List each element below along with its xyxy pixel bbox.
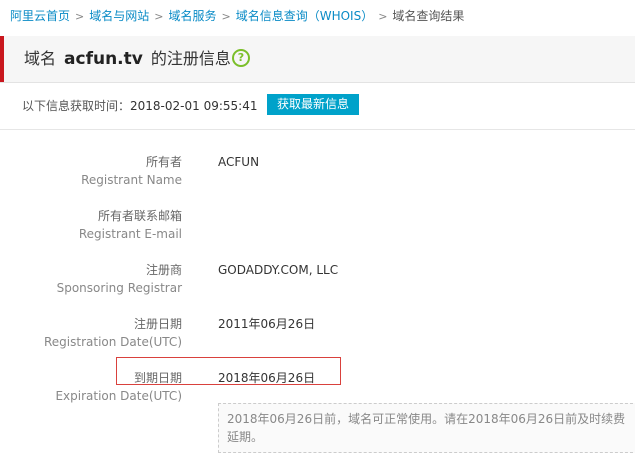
field-value: ACFUN [218,155,260,169]
field-value: 2018年06月26日 [218,371,316,385]
fetch-time-label: 以下信息获取时间： [22,99,131,113]
field-label-cn: 到期日期 [133,371,182,385]
field-registrant-name: 所有者 Registrant Name ACFUN [0,154,635,194]
page-title-bar: 域名 acfun.tv 的注册信息 ? [0,36,635,83]
title-prefix: 域名 [24,49,57,68]
breadcrumb-link-whois[interactable]: 域名信息查询（WHOIS） [236,9,374,23]
breadcrumb-link-aliyun-home[interactable]: 阿里云首页 [10,9,70,23]
breadcrumb-separator-icon: > [378,10,388,23]
breadcrumb-link-domain-service[interactable]: 域名服务 [168,9,216,23]
field-value: 2011年06月26日 [218,317,316,331]
breadcrumb-current: 域名查询结果 [392,9,465,23]
field-label-cn: 注册商 [145,263,182,277]
title-accent-bar [0,36,4,82]
field-registration-date: 注册日期 Registration Date(UTC) 2011年06月26日 [0,316,635,356]
field-label-cn: 注册日期 [133,317,182,331]
breadcrumb-separator-icon: > [221,10,231,23]
field-value: GODADDY.COM, LLC [218,263,339,277]
expiry-note-text: 2018年06月26日前，域名可正常使用。请在2018年06月26日前及时续费延… [227,412,626,444]
field-label-cn: 所有者 [145,155,182,169]
domain-name: acfun.tv [64,49,143,69]
refresh-info-button[interactable]: 获取最新信息 [267,94,359,115]
field-registrant-email: 所有者联系邮箱 Registrant E-mail [0,208,635,248]
breadcrumb: 阿里云首页 > 域名与网站 > 域名服务 > 域名信息查询（WHOIS） > 域名查询结果 [10,8,464,24]
help-icon[interactable]: ? [232,49,250,67]
field-sponsoring-registrar: 注册商 Sponsoring Registrar GODADDY.COM, LL… [0,262,635,302]
field-label-cn: 所有者联系邮箱 [97,209,182,223]
page-title: 域名 acfun.tv 的注册信息 [24,49,231,69]
field-label-en: Registrant E-mail [78,227,182,241]
section-divider [0,129,635,130]
field-label-en: Registration Date(UTC) [43,335,182,349]
field-label-en: Registrant Name [81,173,182,187]
breadcrumb-separator-icon: > [75,10,85,23]
fetch-time-row: 以下信息获取时间：2018-02-01 09:55:41 [22,96,257,116]
field-label-en: Expiration Date(UTC) [55,389,182,403]
field-label-en: Sponsoring Registrar [56,281,182,295]
fetch-time-value: 2018-02-01 09:55:41 [130,99,258,113]
breadcrumb-link-domains-websites[interactable]: 域名与网站 [89,9,149,23]
title-suffix: 的注册信息 [150,49,231,68]
breadcrumb-separator-icon: > [154,10,164,23]
